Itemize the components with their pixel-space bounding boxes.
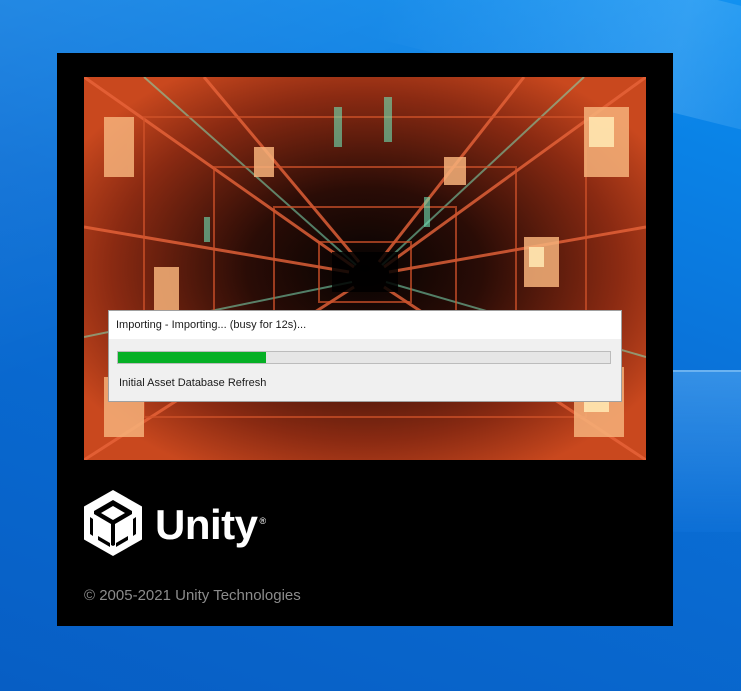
unity-cube-logo-icon <box>84 489 142 561</box>
import-progress-bar <box>117 351 611 364</box>
progress-bar-fill <box>118 352 266 363</box>
unity-splash-screen: Importing - Importing... (busy for 12s).… <box>57 53 673 626</box>
desktop-background: Importing - Importing... (busy for 12s).… <box>0 0 741 691</box>
import-progress-dialog: Importing - Importing... (busy for 12s).… <box>108 310 622 402</box>
copyright-text: © 2005-2021 Unity Technologies <box>84 587 301 604</box>
progress-dialog-title: Importing - Importing... (busy for 12s).… <box>109 311 621 339</box>
splash-hero-image <box>84 77 646 460</box>
unity-logo: Unity ® <box>84 489 267 561</box>
progress-status-text: Initial Asset Database Refresh <box>119 377 267 389</box>
unity-wordmark: Unity <box>155 501 258 548</box>
registered-mark: ® <box>259 516 267 526</box>
